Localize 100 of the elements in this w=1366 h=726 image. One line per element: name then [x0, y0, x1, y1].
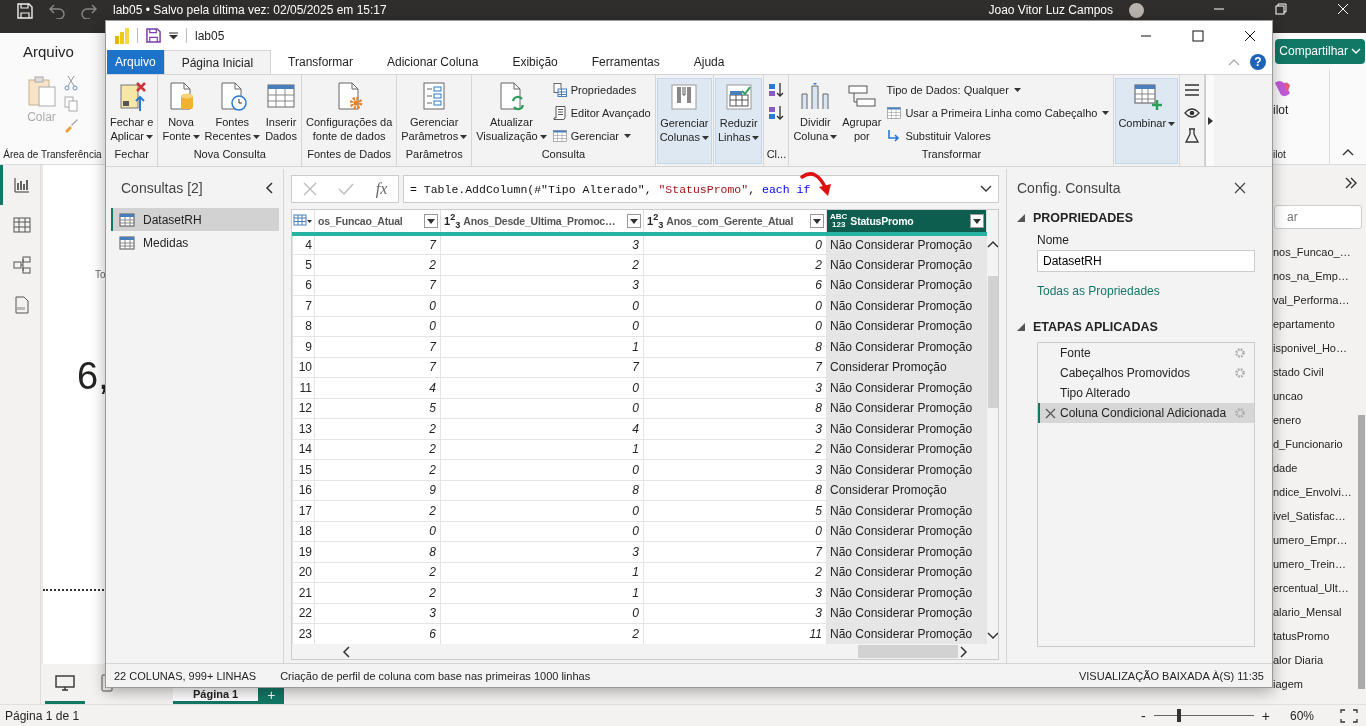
ribbon-button[interactable]: Fontes Recentes — [202, 78, 263, 148]
scrollbar-thumb[interactable] — [858, 645, 958, 658]
ribbon-tab[interactable]: Ajuda — [676, 50, 742, 74]
field-item[interactable]: d_Funcionario — [1273, 432, 1358, 456]
scrollbar-thumb[interactable] — [988, 276, 998, 408]
type-label[interactable]: ABC 123 — [830, 213, 848, 229]
step-item[interactable]: Cabeçalhos Promovidos — [1038, 363, 1254, 383]
step-item[interactable]: Fonte — [1038, 343, 1254, 363]
more-icon[interactable] — [1207, 116, 1213, 125]
share-button[interactable]: Compartilhar — [1275, 38, 1365, 64]
filter-dropdown-button[interactable] — [970, 214, 984, 228]
ribbon-button[interactable]: Gerenciar Parâmetros — [399, 78, 470, 148]
collapse-icon[interactable] — [1017, 214, 1025, 222]
desktop-icon[interactable] — [55, 674, 75, 691]
ribbon-button[interactable]: Usar a Primeira Linha como Cabeçalho — [884, 103, 1112, 123]
scroll-up-icon[interactable] — [987, 240, 998, 248]
field-item[interactable]: alor Diaria — [1273, 648, 1358, 672]
check-icon[interactable] — [338, 182, 355, 196]
ribbon-tab[interactable]: Página Inicial — [163, 50, 272, 74]
filter-dropdown-button[interactable] — [810, 214, 824, 228]
column-header[interactable]: 1$^{2}$$_{3}$ Anos_Desde_Ultima_Promoc… — [440, 210, 644, 234]
ribbon-button[interactable]: Propriedades — [549, 80, 653, 100]
step-item[interactable]: Tipo Alterado — [1038, 383, 1254, 403]
scroll-left-icon[interactable] — [342, 645, 350, 658]
expand-formula-icon[interactable] — [980, 185, 992, 193]
redo-icon[interactable] — [81, 3, 97, 19]
zoom-out-button[interactable]: - — [1141, 707, 1146, 724]
ribbon-tab[interactable]: Ferramentas — [574, 50, 677, 74]
filter-dropdown-button[interactable] — [424, 214, 438, 228]
maximize-icon[interactable] — [1192, 29, 1204, 42]
step-item[interactable]: Coluna Condicional Adicionada — [1038, 403, 1254, 423]
field-item[interactable]: enero — [1273, 408, 1358, 432]
ribbon-button[interactable]: Reduzir Linhas — [715, 78, 763, 164]
ribbon-button[interactable]: Configurações da fonte de dados — [304, 78, 395, 148]
zoom-level[interactable]: 60% — [1289, 708, 1314, 723]
field-item[interactable]: stado Civil — [1273, 360, 1358, 384]
ribbon-button[interactable]: Gerenciar Colunas — [656, 78, 712, 164]
ribbon-button[interactable]: Atualizar Visualização — [474, 78, 549, 148]
column-header[interactable]: 1$^{2}$$_{3}$ Anos_com_Gerente_Atual — [643, 210, 827, 234]
ribbon-button[interactable]: Combinar — [1115, 78, 1179, 164]
bar-chart-icon[interactable] — [13, 177, 30, 193]
field-item[interactable]: dade — [1273, 456, 1358, 480]
field-item[interactable]: iagem — [1273, 672, 1358, 696]
avatar[interactable] — [1129, 3, 1144, 18]
ribbon-button[interactable]: Inserir Dados — [263, 78, 300, 148]
ribbon-button[interactable]: Gerenciar — [549, 126, 653, 146]
scrollbar-thumb[interactable] — [1358, 415, 1365, 689]
scroll-down-icon[interactable] — [987, 632, 998, 640]
file-tab[interactable]: Arquivo — [107, 50, 164, 74]
ribbon-button[interactable]: Fechar e Aplicar — [108, 78, 156, 148]
undo-icon[interactable] — [49, 3, 65, 19]
table-icon[interactable] — [12, 217, 31, 233]
restore-icon[interactable] — [1275, 3, 1287, 15]
fit-page-icon[interactable] — [1340, 708, 1358, 723]
query-item[interactable]: DatasetRH — [111, 208, 279, 231]
field-item[interactable]: alario_Mensal — [1273, 600, 1358, 624]
field-item[interactable]: val_Performa… — [1273, 288, 1358, 312]
name-field[interactable]: DatasetRH — [1037, 250, 1255, 272]
copilot-icon[interactable] — [1273, 79, 1293, 99]
column-header[interactable]: os_Funcao_Atual — [314, 210, 441, 234]
table-menu-icon[interactable] — [293, 213, 314, 226]
collapse-icon[interactable] — [265, 182, 273, 194]
query-item[interactable]: Medidas — [111, 231, 279, 254]
field-item[interactable]: ivel_Satisfac… — [1273, 504, 1358, 528]
field-item[interactable]: nos_na_Emp… — [1273, 264, 1358, 288]
ribbon-button[interactable]: Agrupar por — [840, 78, 884, 148]
ribbon-tab[interactable]: Exibição — [495, 50, 575, 74]
filter-dropdown-button[interactable] — [627, 214, 641, 228]
close-icon[interactable] — [1234, 182, 1246, 194]
copilot-label[interactable]: ilot — [1273, 103, 1289, 145]
ribbon-tab[interactable]: Adicionar Coluna — [370, 50, 496, 74]
close-icon[interactable] — [1244, 29, 1256, 42]
field-item[interactable]: isponivel_Ho… — [1273, 336, 1358, 360]
field-item[interactable]: umero_Empr… — [1273, 528, 1358, 552]
ribbon-button[interactable]: Substituir Valores — [884, 126, 1112, 146]
scroll-right-icon[interactable] — [960, 645, 968, 658]
help-button[interactable]: ? — [1250, 54, 1266, 70]
slider-thumb[interactable] — [1176, 709, 1181, 722]
model-icon[interactable] — [12, 256, 31, 274]
collapse-ribbon-icon[interactable] — [1342, 148, 1354, 156]
collapse-icon[interactable] — [1017, 323, 1025, 331]
all-properties-link[interactable]: Todas as Propriedades — [1037, 284, 1160, 298]
ribbon-button[interactable]: Nova Fonte — [160, 78, 202, 148]
field-item[interactable]: ndice_Envolvi… — [1273, 480, 1358, 504]
field-item[interactable]: tatusPromo — [1273, 624, 1358, 648]
field-item[interactable]: epartamento — [1273, 312, 1358, 336]
dax-document-icon[interactable] — [13, 296, 30, 314]
search-field[interactable]: ar — [1274, 205, 1362, 229]
zoom-in-button[interactable]: + — [1261, 707, 1270, 724]
save-icon[interactable] — [146, 28, 161, 43]
customize-dropdown-icon[interactable] — [169, 31, 178, 40]
field-item[interactable]: uncao — [1273, 384, 1358, 408]
function-button[interactable]: fx — [375, 180, 388, 198]
ribbon-button[interactable]: Editor Avançado — [549, 103, 653, 123]
file-tab[interactable]: Arquivo — [23, 42, 74, 60]
ribbon-button[interactable]: Tipo de Dados: Qualquer — [884, 80, 1112, 100]
formula-field[interactable]: = Table.AddColumn(#"Tipo Alterado", "StatusPromo", each if — [403, 175, 999, 203]
delete-icon[interactable] — [1044, 407, 1056, 419]
ribbon-button[interactable]: Dividir Coluna — [791, 78, 840, 148]
expand-icon[interactable] — [1344, 175, 1358, 190]
